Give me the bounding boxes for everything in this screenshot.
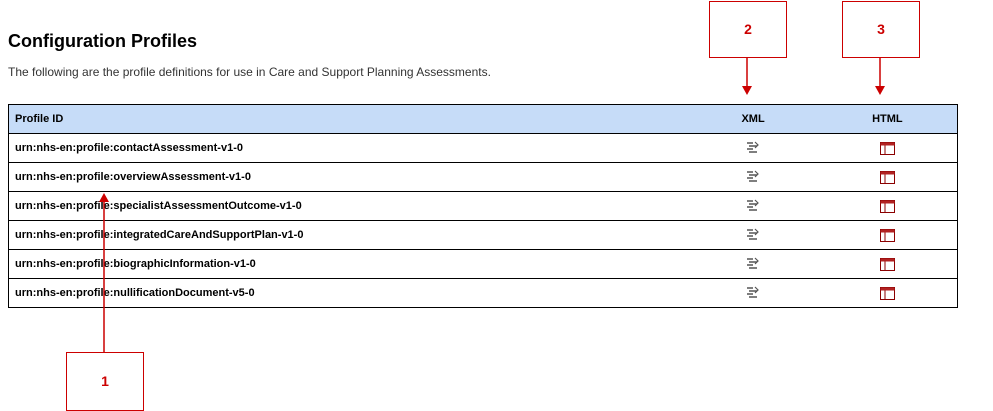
html-icon[interactable] — [879, 199, 895, 213]
html-link-cell — [817, 278, 958, 308]
arrow-2-head — [742, 86, 752, 95]
html-link-cell — [817, 191, 958, 221]
table-row: urn:nhs-en:profile:specialistAssessmentO… — [8, 191, 958, 221]
column-header-html: HTML — [817, 104, 958, 134]
xml-icon[interactable] — [746, 170, 760, 184]
xml-link-cell — [688, 278, 818, 308]
page-title: Configuration Profiles — [8, 31, 197, 51]
html-icon[interactable] — [879, 228, 895, 242]
table-row: urn:nhs-en:profile:overviewAssessment-v1… — [8, 162, 958, 192]
column-header-profile-id: Profile ID — [8, 104, 689, 134]
html-link-cell — [817, 220, 958, 250]
table-row: urn:nhs-en:profile:contactAssessment-v1-… — [8, 133, 958, 163]
annotation-callout-2: 2 — [709, 1, 787, 58]
html-icon[interactable] — [879, 286, 895, 300]
html-icon[interactable] — [879, 170, 895, 184]
profile-id-cell: urn:nhs-en:profile:nullificationDocument… — [8, 278, 689, 308]
xml-icon[interactable] — [746, 199, 760, 213]
annotation-callout-1: 1 — [66, 352, 144, 411]
page-description: The following are the profile definition… — [8, 65, 491, 79]
table-row: urn:nhs-en:profile:nullificationDocument… — [8, 278, 958, 308]
table-row: urn:nhs-en:profile:integratedCareAndSupp… — [8, 220, 958, 250]
html-link-cell — [817, 133, 958, 163]
html-icon[interactable] — [879, 141, 895, 155]
annotation-callout-3: 3 — [842, 1, 920, 58]
column-header-xml: XML — [688, 104, 818, 134]
profile-id-cell: urn:nhs-en:profile:integratedCareAndSupp… — [8, 220, 689, 250]
xml-icon[interactable] — [746, 228, 760, 242]
xml-icon[interactable] — [746, 257, 760, 271]
xml-link-cell — [688, 133, 818, 163]
xml-link-cell — [688, 220, 818, 250]
html-link-cell — [817, 249, 958, 279]
html-icon[interactable] — [879, 257, 895, 271]
xml-icon[interactable] — [746, 286, 760, 300]
table-row: urn:nhs-en:profile:biographicInformation… — [8, 249, 958, 279]
profiles-table: Profile ID XML HTML urn:nhs-en:profile:c… — [8, 104, 958, 308]
profile-id-cell: urn:nhs-en:profile:contactAssessment-v1-… — [8, 133, 689, 163]
profile-id-cell: urn:nhs-en:profile:overviewAssessment-v1… — [8, 162, 689, 192]
xml-link-cell — [688, 162, 818, 192]
xml-link-cell — [688, 249, 818, 279]
profile-id-cell: urn:nhs-en:profile:specialistAssessmentO… — [8, 191, 689, 221]
xml-icon[interactable] — [746, 141, 760, 155]
html-link-cell — [817, 162, 958, 192]
arrow-3-head — [875, 86, 885, 95]
profile-id-cell: urn:nhs-en:profile:biographicInformation… — [8, 249, 689, 279]
table-header-row: Profile ID XML HTML — [8, 104, 958, 134]
xml-link-cell — [688, 191, 818, 221]
